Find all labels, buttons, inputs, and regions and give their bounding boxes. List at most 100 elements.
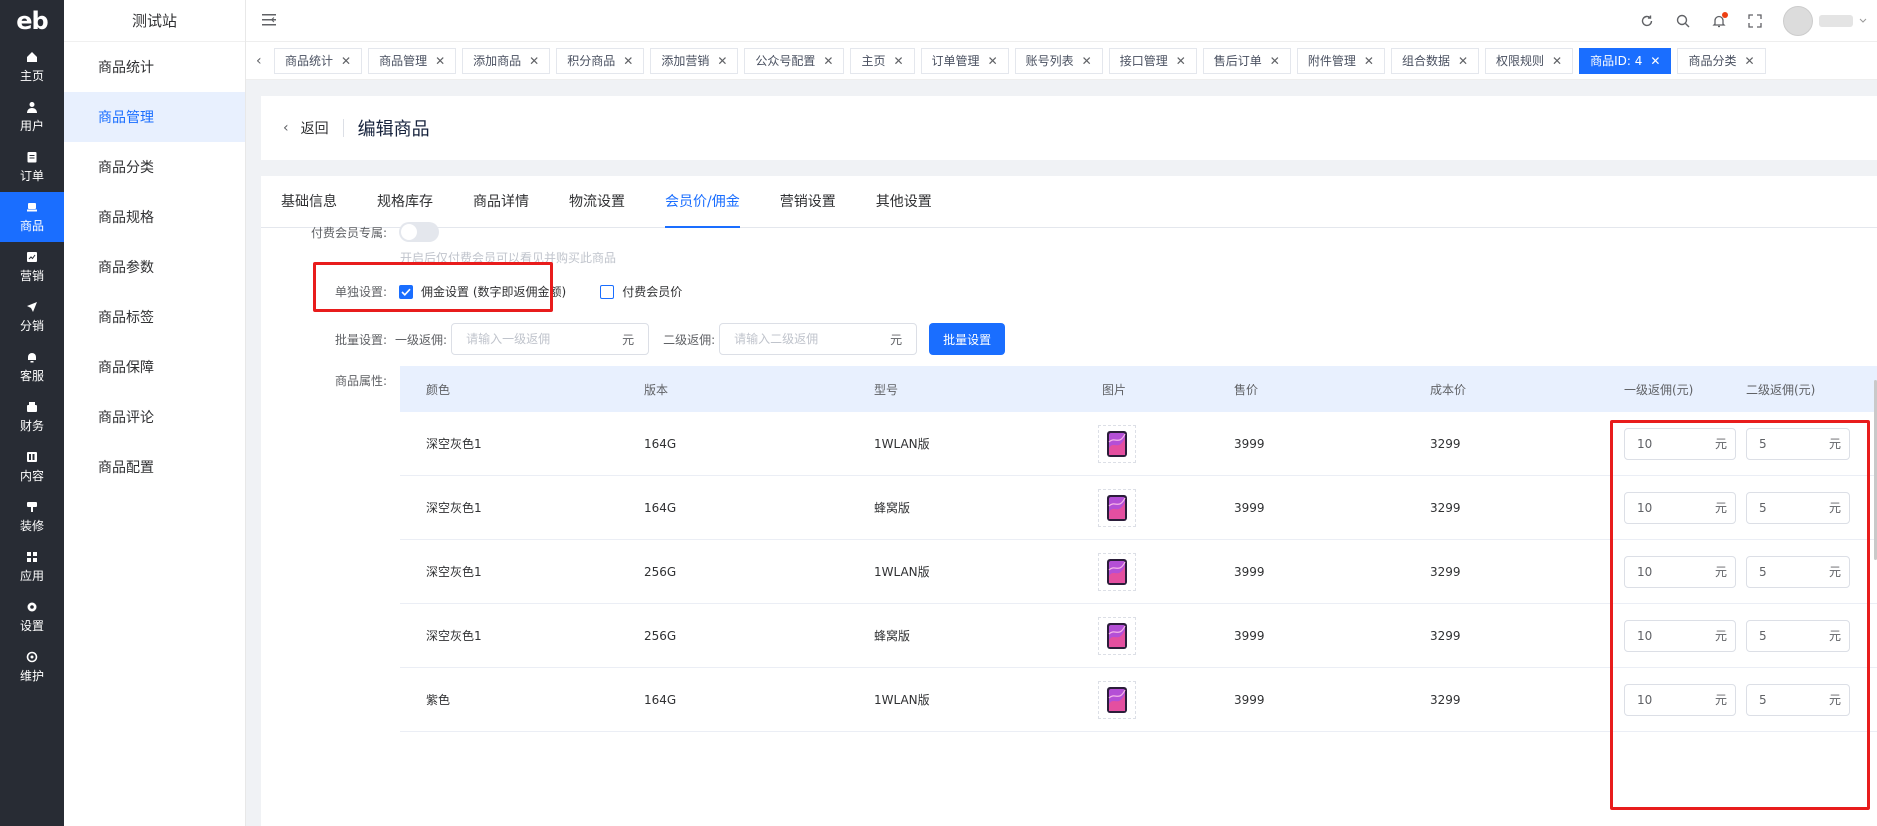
submenu-item[interactable]: 商品统计	[64, 42, 245, 92]
username-redacted[interactable]	[1819, 15, 1853, 27]
rail-item-2[interactable]: 订单	[0, 142, 64, 192]
tab-item[interactable]: 商品详情	[473, 175, 529, 227]
l2-commission-input[interactable]: 5元	[1746, 491, 1850, 524]
page-tag[interactable]: 商品管理 ✕	[368, 47, 457, 74]
l1-commission-input[interactable]: 10 元	[1624, 555, 1736, 588]
product-thumbnail[interactable]	[1098, 424, 1136, 463]
user-avatar[interactable]	[1783, 6, 1813, 36]
page-tag[interactable]: 接口管理 ✕	[1108, 47, 1197, 74]
tab-item[interactable]: 其他设置	[876, 175, 932, 227]
close-icon[interactable]: ✕	[529, 54, 539, 68]
submenu-item[interactable]: 商品规格	[64, 192, 245, 242]
page-tag[interactable]: 附件管理 ✕	[1296, 47, 1385, 74]
page-tag[interactable]: 添加营销 ✕	[650, 47, 739, 74]
tab-item[interactable]: 基础信息	[281, 175, 337, 227]
rail-item-10[interactable]: 应用	[0, 542, 64, 592]
close-icon[interactable]: ✕	[623, 54, 633, 68]
close-icon[interactable]: ✕	[341, 54, 351, 68]
rail-item-8[interactable]: 内容	[0, 442, 64, 492]
product-thumbnail[interactable]	[1098, 680, 1136, 719]
page-tag[interactable]: 权限规则 ✕	[1485, 47, 1574, 74]
rail-item-7[interactable]: 财务	[0, 392, 64, 442]
close-icon[interactable]: ✕	[1458, 54, 1468, 68]
page-tag[interactable]: 售后订单 ✕	[1202, 47, 1291, 74]
refresh-icon[interactable]	[1639, 13, 1655, 29]
page-tag[interactable]: 积分商品 ✕	[556, 47, 645, 74]
rail-item-5[interactable]: 分销	[0, 292, 64, 342]
rail-item-label: 内容	[19, 469, 44, 483]
l1-commission-input[interactable]: 10 元	[1624, 427, 1736, 460]
page-tag[interactable]: 商品ID: 4 ✕	[1579, 47, 1672, 74]
l2-commission-input[interactable]: 5元	[1746, 619, 1850, 652]
product-thumbnail[interactable]	[1098, 488, 1136, 527]
product-thumbnail[interactable]	[1098, 616, 1136, 655]
close-icon[interactable]: ✕	[1270, 54, 1280, 68]
submenu-item[interactable]: 商品分类	[64, 142, 245, 192]
rail-item-9[interactable]: 装修	[0, 492, 64, 542]
submenu-item[interactable]: 商品标签	[64, 292, 245, 342]
page-scrollbar[interactable]	[1873, 0, 1877, 826]
fullscreen-icon[interactable]	[1747, 13, 1763, 29]
close-icon[interactable]: ✕	[1650, 54, 1660, 68]
page-tag[interactable]: 账号列表 ✕	[1014, 47, 1103, 74]
tags-scroll-left-icon[interactable]: ‹	[256, 53, 270, 69]
l2-commission-input[interactable]: 5元	[1746, 555, 1850, 588]
close-icon[interactable]: ✕	[1364, 54, 1374, 68]
submenu-item[interactable]: 商品评论	[64, 392, 245, 442]
l2-commission-input[interactable]: 5元	[1746, 427, 1850, 460]
rail-item-1[interactable]: 用户	[0, 92, 64, 142]
paid-member-switch[interactable]	[399, 222, 440, 242]
rail-item-12[interactable]: 维护	[0, 642, 64, 692]
search-icon[interactable]	[1675, 13, 1691, 29]
close-icon[interactable]: ✕	[893, 54, 903, 68]
submenu-item[interactable]: 商品保障	[64, 342, 245, 392]
l1-batch-input[interactable]	[452, 324, 623, 354]
tab-item[interactable]: 规格库存	[377, 175, 433, 227]
commission-checkbox[interactable]: 佣金设置 (数字即返佣金额)	[399, 283, 566, 300]
page-tag[interactable]: 主页 ✕	[850, 47, 915, 74]
cell-cost: 3299	[1430, 436, 1461, 451]
close-icon[interactable]: ✕	[435, 54, 445, 68]
page-tag[interactable]: 商品统计 ✕	[274, 47, 363, 74]
close-icon[interactable]: ✕	[1552, 54, 1562, 68]
l1-commission-input[interactable]: 10 元	[1624, 619, 1736, 652]
rail-item-11[interactable]: 设置	[0, 592, 64, 642]
rail-item-3[interactable]: 商品	[0, 192, 64, 242]
l2-batch-input[interactable]	[720, 324, 891, 354]
close-icon[interactable]: ✕	[1082, 54, 1092, 68]
back-button[interactable]: ‹ 返回	[283, 118, 329, 138]
page-tag[interactable]: 公众号配置 ✕	[744, 47, 845, 74]
page-tag[interactable]: 订单管理 ✕	[920, 47, 1009, 74]
tab-item[interactable]: 物流设置	[569, 175, 625, 227]
close-icon[interactable]: ✕	[823, 54, 833, 68]
brand-logo[interactable]: eb	[0, 0, 64, 42]
close-icon[interactable]: ✕	[1176, 54, 1186, 68]
collapse-menu-icon[interactable]	[262, 13, 278, 27]
settings-icon	[25, 600, 39, 614]
rail-item-4[interactable]: 营销	[0, 242, 64, 292]
member-price-checkbox[interactable]: 付费会员价	[600, 283, 682, 300]
page-tag[interactable]: 组合数据 ✕	[1390, 47, 1480, 74]
notification-bell-icon[interactable]	[1711, 12, 1728, 29]
table-row: 紫色 164G 1WLAN版 3999 3299 10 元 5 元	[400, 668, 1877, 732]
l1-commission-input[interactable]: 10 元	[1624, 683, 1736, 716]
rail-item-label: 订单	[19, 169, 44, 183]
cell-cost: 3299	[1430, 692, 1461, 707]
page-tag[interactable]: 添加商品 ✕	[462, 47, 551, 74]
submenu-item[interactable]: 商品管理	[64, 92, 245, 142]
rail-item-0[interactable]: 主页	[0, 42, 64, 92]
submenu-item[interactable]: 商品参数	[64, 242, 245, 292]
cell-l2-commission: 5元	[1732, 427, 1852, 460]
close-icon[interactable]: ✕	[988, 54, 998, 68]
rail-item-6[interactable]: 客服	[0, 342, 64, 392]
l2-commission-input[interactable]: 5元	[1746, 683, 1850, 716]
batch-set-button[interactable]: 批量设置	[929, 323, 1006, 355]
tab-item[interactable]: 营销设置	[780, 175, 836, 227]
page-tag[interactable]: 商品分类 ✕	[1677, 47, 1766, 74]
submenu-item[interactable]: 商品配置	[64, 442, 245, 492]
product-thumbnail[interactable]	[1098, 552, 1136, 591]
close-icon[interactable]: ✕	[1744, 54, 1754, 68]
l1-commission-input[interactable]: 10 元	[1624, 491, 1736, 524]
tab-item[interactable]: 会员价/佣金	[665, 175, 740, 228]
close-icon[interactable]: ✕	[717, 54, 727, 68]
